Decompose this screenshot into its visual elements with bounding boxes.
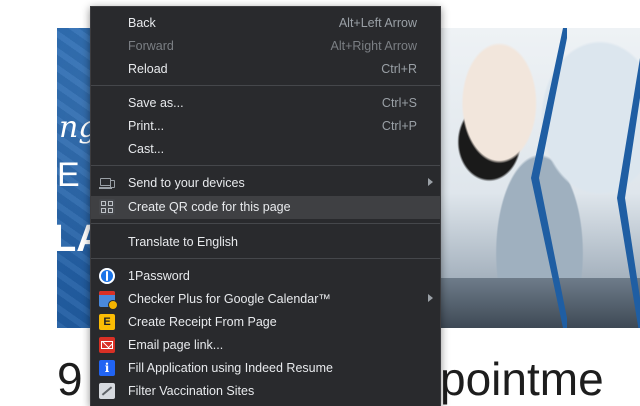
qr-code-icon [99, 199, 115, 215]
menu-item-label: 1Password [128, 269, 190, 283]
menu-item-print[interactable]: Print... Ctrl+P [91, 115, 440, 138]
vaccination-icon [99, 383, 115, 399]
menu-divider [91, 223, 440, 224]
menu-item-create-receipt[interactable]: E Create Receipt From Page [91, 311, 440, 334]
page-heading-end: pointme [440, 353, 604, 405]
menu-item-shortcut: Alt+Right Arrow [330, 39, 418, 53]
menu-item-shortcut: Ctrl+S [381, 96, 417, 110]
menu-item-label: Reload [128, 62, 168, 76]
menu-item-label: Forward [128, 39, 174, 53]
1password-icon [99, 268, 115, 284]
indeed-icon: i [99, 360, 115, 376]
menu-item-1password[interactable]: 1Password [91, 265, 440, 288]
submenu-arrow-icon [428, 178, 433, 186]
context-menu: Back Alt+Left Arrow Forward Alt+Right Ar… [90, 6, 441, 406]
menu-item-cast[interactable]: Cast... [91, 138, 440, 161]
banner-chevron-right [617, 58, 640, 328]
menu-item-fill-indeed-application[interactable]: i Fill Application using Indeed Resume [91, 357, 440, 380]
menu-item-email-page-link[interactable]: Email page link... [91, 334, 440, 357]
menu-divider [91, 258, 440, 259]
calendar-extension-icon [99, 291, 118, 310]
menu-item-label: Create QR code for this page [128, 200, 291, 214]
menu-item-back[interactable]: Back Alt+Left Arrow [91, 12, 440, 35]
menu-item-shortcut: Ctrl+R [381, 62, 417, 76]
menu-item-forward[interactable]: Forward Alt+Right Arrow [91, 35, 440, 58]
menu-divider [91, 165, 440, 166]
menu-item-label: Checker Plus for Google Calendar™ [128, 292, 331, 306]
devices-icon [99, 175, 115, 191]
menu-item-label: Create Receipt From Page [128, 315, 277, 329]
menu-item-label: Back [128, 16, 156, 30]
menu-item-label: Filter Vaccination Sites [128, 384, 255, 398]
menu-item-reload[interactable]: Reload Ctrl+R [91, 58, 440, 81]
submenu-arrow-icon [428, 294, 433, 302]
menu-item-label: Print... [128, 119, 165, 133]
menu-item-shortcut: Ctrl+P [381, 119, 417, 133]
menu-divider [91, 85, 440, 86]
menu-item-shortcut: Alt+Left Arrow [338, 16, 417, 30]
menu-item-send-to-devices[interactable]: Send to your devices [91, 172, 440, 195]
menu-item-label: Translate to English [128, 235, 239, 249]
menu-item-label: Fill Application using Indeed Resume [128, 361, 333, 375]
menu-item-label: Save as... [128, 96, 184, 110]
menu-item-label: Cast... [128, 142, 165, 156]
receipt-icon: E [99, 314, 115, 330]
email-icon [99, 337, 115, 353]
menu-item-create-qr-code[interactable]: Create QR code for this page [91, 196, 440, 219]
banner-text-fragment: E [57, 156, 80, 194]
menu-item-translate[interactable]: Translate to English [91, 231, 440, 254]
page-heading-start: 9 [57, 353, 83, 405]
banner-chevron-shape [531, 28, 567, 328]
menu-item-save-as[interactable]: Save as... Ctrl+S [91, 92, 440, 115]
menu-item-checker-plus-calendar[interactable]: Checker Plus for Google Calendar™ [91, 288, 440, 311]
menu-item-label: Email page link... [128, 338, 224, 352]
menu-item-label: Send to your devices [128, 176, 245, 190]
